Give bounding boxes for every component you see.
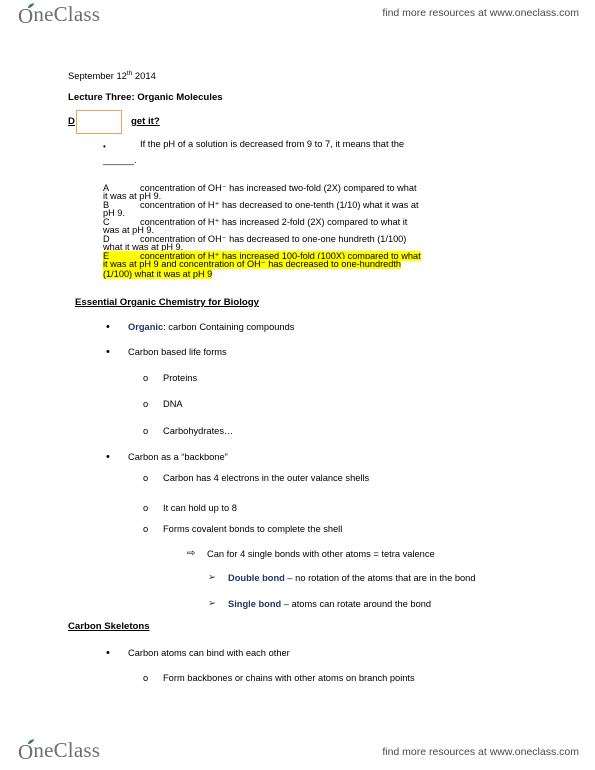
list-item: o Carbohydrates… [143, 426, 234, 437]
logo-text: neClass [33, 738, 101, 762]
bullet-dot-icon: • [106, 321, 110, 333]
list-item-label: Carbon has 4 electrons in the outer vala… [163, 473, 370, 483]
list-item-label: – no rotation of the atoms that are in t… [284, 573, 476, 583]
list-item-label: – atoms can rotate around the bond [281, 599, 432, 609]
bullet-dot-icon: • [106, 647, 110, 659]
list-item: • Carbon atoms can bind with each other [106, 648, 290, 659]
list-item-label: Carbon atoms can bind with each other [128, 648, 290, 658]
list-item-label: DNA [163, 399, 183, 409]
logo-letter-o: O [18, 740, 34, 764]
bullet-hollow-arrow-icon: ⇨ [187, 548, 196, 559]
list-item-label: Carbohydrates… [163, 426, 234, 436]
bullet-circle-icon: o [143, 673, 149, 683]
list-item: ➢ Double bond – no rotation of the atoms … [208, 572, 476, 584]
list-item: ➢ Single bond – atoms can rotate around t… [208, 598, 432, 610]
list-item-label: Carbon based life forms [128, 347, 227, 357]
bullet-circle-icon: o [143, 373, 149, 383]
document-page: September 12th 2014 Lecture Three: Organ… [0, 0, 595, 770]
list-item-label: Proteins [163, 373, 198, 383]
date-year: 2014 [132, 70, 156, 82]
bullet-circle-icon: o [143, 426, 149, 436]
lecture-date: September 12th 2014 [68, 68, 156, 81]
do-suffix: get it? [130, 116, 160, 127]
option-c-text1: concentration of H⁺ has increased 2-fold… [140, 217, 408, 227]
list-item-label: Forms covalent bonds to complete the she… [163, 524, 343, 534]
list-item-label: Carbon as a “backbone” [128, 452, 228, 462]
leaf-icon [27, 739, 35, 744]
do-prefix: D [68, 116, 75, 127]
section-heading-essential-organic-chemistry: Essential Organic Chemistry for Biology [75, 297, 259, 308]
list-item: o DNA [143, 399, 183, 410]
option-e-line3: (1/100) what it was at pH 9 [103, 269, 213, 280]
bullet-circle-icon: o [143, 524, 149, 534]
list-item: o Proteins [143, 373, 198, 384]
bullet-arrowhead-icon: ➢ [208, 572, 216, 583]
term-double-bond: Double bond [228, 573, 285, 583]
logo-o-with-leaf: O [18, 739, 35, 764]
question-text: If the pH of a solution is decreased fro… [140, 139, 405, 149]
bullet-dot-icon: • [106, 346, 110, 358]
list-item: o Forms covalent bonds to complete the sh… [143, 524, 343, 535]
list-item: • Organic: carbon Containing compounds [106, 322, 295, 333]
bullet-circle-icon: o [143, 399, 149, 409]
term-organic: Organic [128, 322, 164, 332]
bullet-circle-icon: o [143, 473, 149, 483]
option-b-text1: concentration of H⁺ has decreased to one… [140, 200, 419, 210]
list-item: o Carbon has 4 electrons in the outer val… [143, 473, 370, 484]
lecture-title: Lecture Three: Organic Molecules [68, 92, 223, 103]
question-bullet: • [103, 142, 106, 151]
list-item: o It can hold up to 8 [143, 503, 237, 514]
option-e-text3: (1/100) what it was at pH 9 [103, 269, 213, 279]
footer-tagline: find more resources at www.oneclass.com [382, 746, 579, 758]
list-item: o Form backbones or chains with other ato… [143, 673, 415, 684]
bullet-arrowhead-icon: ➢ [208, 598, 216, 609]
option-a-text1: concentration of OH⁻ has increased two-f… [140, 183, 417, 193]
bullet-dot-icon: • [106, 451, 110, 463]
list-item-label: Form backbones or chains with other atom… [163, 673, 415, 683]
section-heading-carbon-skeletons: Carbon Skeletons [68, 621, 150, 632]
option-e-text2: it was at pH 9 and concentration of OH⁻ … [103, 259, 402, 269]
footer-logo: O neClass [18, 738, 100, 763]
orange-callout-box [76, 110, 122, 134]
list-item: ⇨ Can for 4 single bonds with other atoms… [187, 548, 435, 560]
list-item-label: Can for 4 single bonds with other atoms … [207, 549, 435, 559]
term-single-bond: Single bond [228, 599, 282, 609]
list-item-label: It can hold up to 8 [163, 503, 237, 513]
list-item: • Carbon as a “backbone” [106, 452, 228, 463]
bullet-circle-icon: o [143, 503, 149, 513]
list-item-label: : carbon Containing compounds [163, 322, 295, 332]
question-blank: ______. [103, 155, 137, 165]
option-b-line1: Bconcentration of H⁺ has decreased to on… [103, 200, 419, 211]
date-main: September 12 [68, 70, 127, 82]
list-item: • Carbon based life forms [106, 347, 227, 358]
